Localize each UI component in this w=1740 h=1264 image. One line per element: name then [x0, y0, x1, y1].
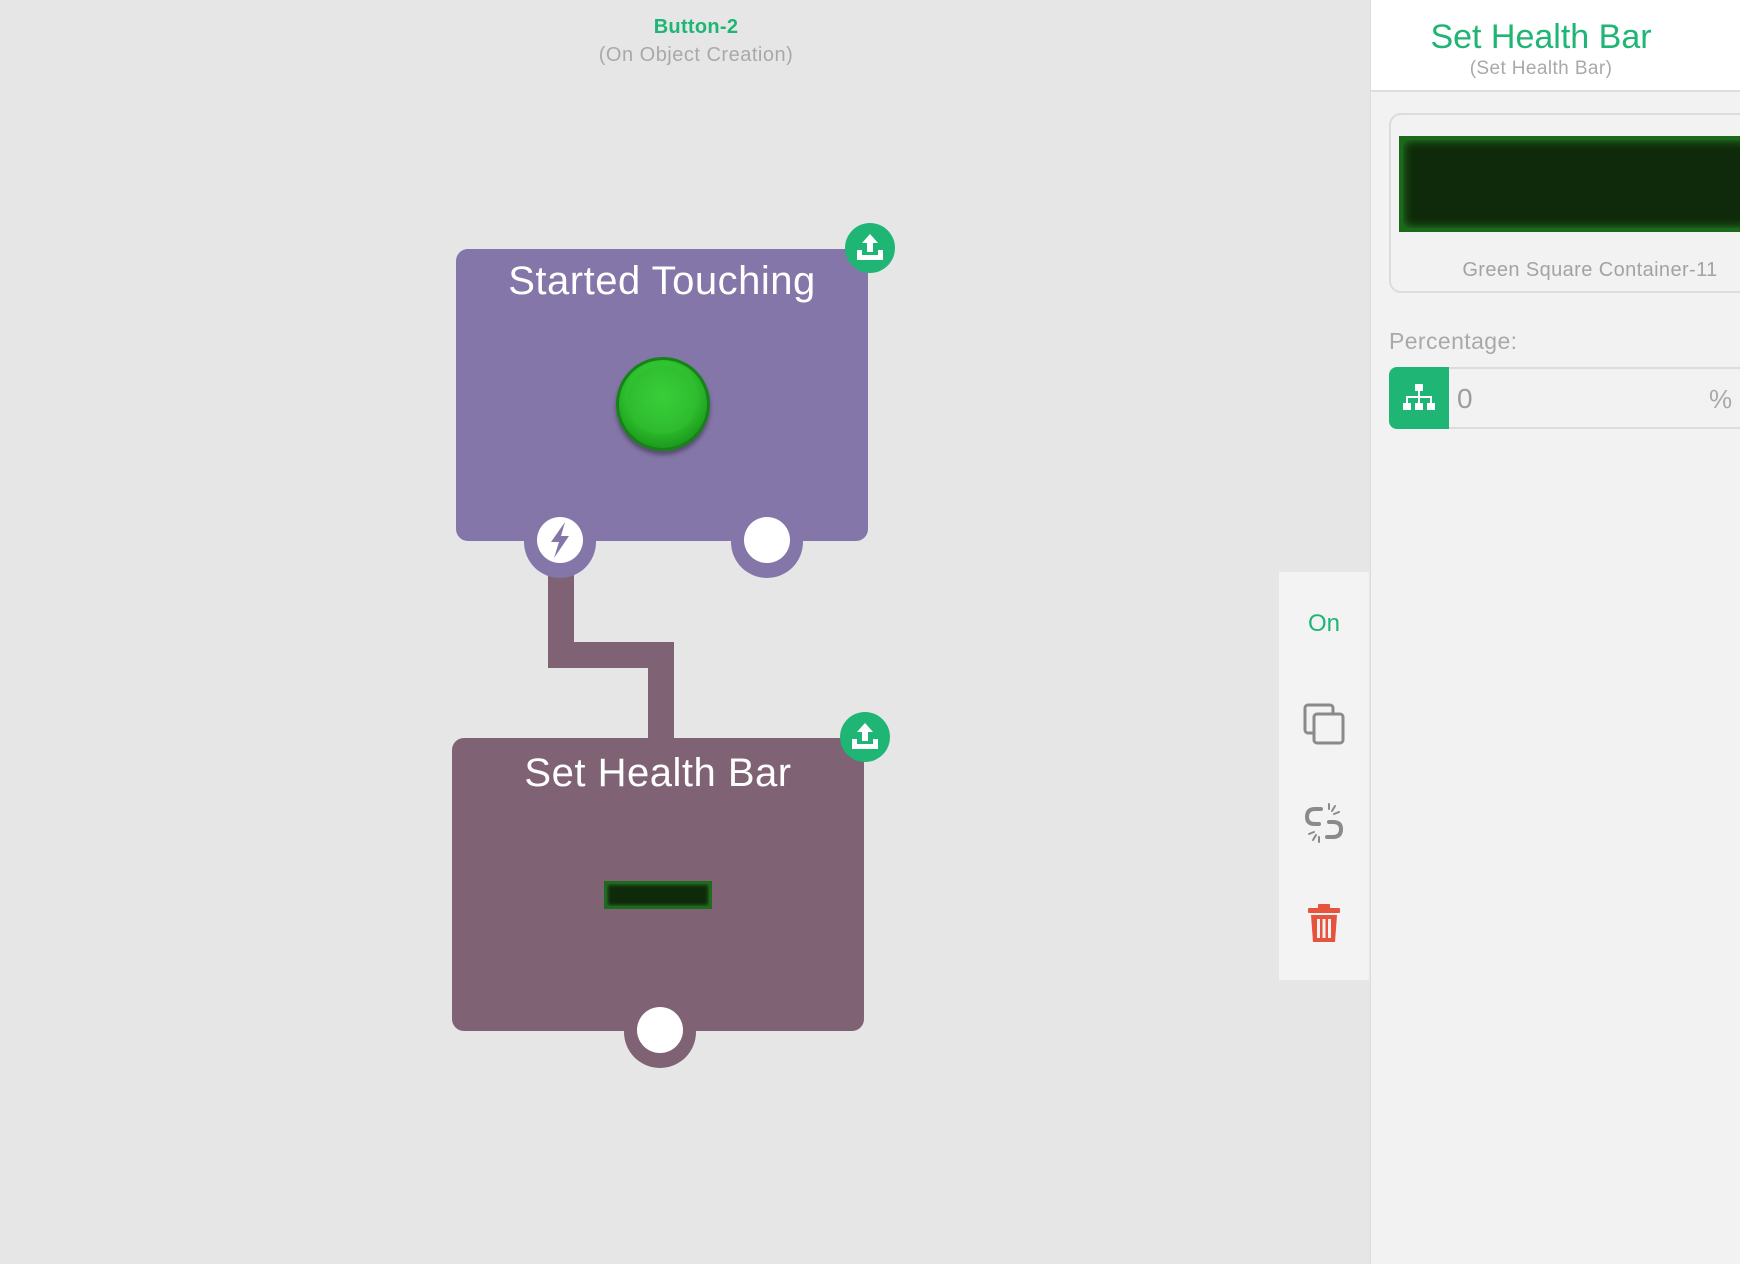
export-icon[interactable] — [840, 712, 890, 762]
started-touching-block[interactable]: Started Touching — [456, 249, 868, 541]
export-icon[interactable] — [845, 223, 895, 273]
percentage-unit: % — [1709, 384, 1733, 414]
port-connector — [744, 517, 790, 563]
percentage-input[interactable] — [1457, 381, 1657, 417]
green-button-preview — [616, 357, 710, 451]
panel-subtitle: (Set Health Bar) — [1469, 58, 1613, 79]
secondary-output-port[interactable] — [731, 506, 803, 578]
set-health-bar-block[interactable]: Set Health Bar — [452, 738, 864, 1031]
connection-wire-vertical-bottom — [648, 642, 674, 742]
object-name: Button-2 — [653, 16, 739, 38]
toggle-on-button[interactable]: On — [1279, 594, 1369, 654]
hierarchy-icon[interactable] — [1389, 367, 1449, 429]
port-connector — [637, 1007, 683, 1053]
target-object-name: Green Square Container-11 — [1462, 259, 1718, 281]
block-title: Started Touching — [508, 259, 816, 303]
panel-title: Set Health Bar — [1430, 18, 1652, 56]
health-bar-preview — [1399, 136, 1740, 232]
trigger-output-port[interactable] — [524, 506, 596, 578]
action-output-port[interactable] — [624, 996, 696, 1068]
percentage-label: Percentage: — [1389, 328, 1518, 354]
event-context: (On Object Creation) — [598, 44, 794, 66]
health-bar-preview — [604, 881, 712, 909]
logic-canvas[interactable]: Button-2 (On Object Creation) Started To… — [0, 0, 1368, 1264]
duplicate-icon[interactable] — [1279, 694, 1369, 754]
percentage-field: % — [1389, 367, 1740, 429]
trash-icon[interactable] — [1279, 893, 1369, 953]
block-title: Set Health Bar — [524, 751, 792, 795]
panel-header: Set Health Bar (Set Health Bar) — [1371, 0, 1740, 92]
unlink-icon[interactable] — [1279, 793, 1369, 853]
target-object-card[interactable]: Green Square Container-11 — [1389, 113, 1740, 293]
properties-panel: Set Health Bar (Set Health Bar) Green Sq… — [1370, 0, 1740, 1264]
lightning-icon — [537, 517, 583, 563]
